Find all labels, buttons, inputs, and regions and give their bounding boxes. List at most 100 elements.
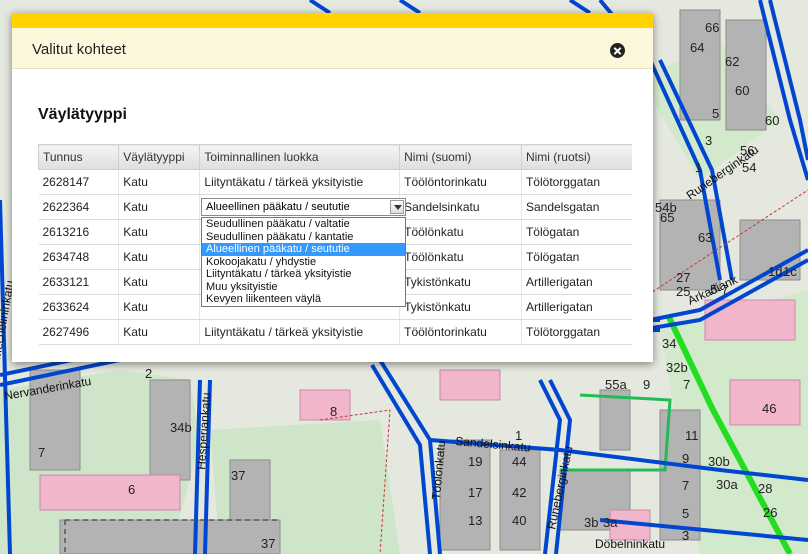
table-header-row: Tunnus Väylätyyppi Toiminnallinen luokka… [37, 144, 632, 170]
map-number: 46 [762, 401, 776, 416]
map-number: 13 [468, 513, 482, 528]
map-number: 55a [605, 377, 627, 392]
cell-name-sv: Sandelsgatan [521, 194, 632, 220]
map-number: 5-7 [710, 282, 729, 297]
cell-name-fi: Tykistönkatu [399, 294, 522, 320]
column-header-tunnus[interactable]: Tunnus [37, 144, 120, 170]
map-number: 2 [145, 366, 152, 381]
functional-class-select[interactable]: Alueellinen pääkatu / seututie [201, 198, 406, 216]
map-number: 1d [768, 264, 782, 279]
cell-type: Katu [118, 269, 201, 295]
dropdown-option[interactable]: Seudullinen pääkatu / valtatie [202, 218, 405, 231]
cell-name-sv: Tölögatan [521, 219, 632, 245]
cell-class[interactable]: Liityntäkatu / tärkeä yksityistie [199, 319, 401, 345]
cell-id: 2627496 [38, 319, 120, 345]
map-number: 3 [705, 133, 712, 148]
chevron-down-icon[interactable] [390, 200, 404, 214]
close-icon[interactable] [610, 43, 625, 58]
table-row[interactable]: 2627496 Katu Liityntäkatu / tärkeä yksit… [38, 319, 632, 345]
map-number: 25 [676, 284, 690, 299]
street-label: Döbelninkatu [595, 537, 665, 551]
cell-name-sv: Artillerigatan [521, 294, 632, 320]
map-number: 64 [690, 40, 704, 55]
map-number: 32b [666, 360, 688, 375]
map-number: 60 [735, 83, 749, 98]
cell-class[interactable]: Liityntäkatu / tärkeä yksityistie [199, 169, 401, 195]
dropdown-option[interactable]: Kokoojakatu / yhdystie [202, 256, 405, 269]
dropdown-option[interactable]: Seudullinen pääkatu / kantatie [202, 231, 405, 244]
map-number: 27 [676, 270, 690, 285]
cell-type: Katu [118, 194, 201, 220]
map-number: 7 [38, 445, 45, 460]
dropdown-option[interactable]: Liityntäkatu / tärkeä yksityistie [202, 268, 405, 281]
map-number: 63 [698, 230, 712, 245]
cell-name-sv: Tölötorggatan [521, 319, 632, 345]
cell-name-sv: Artillerigatan [521, 269, 632, 295]
cell-name-fi: Tykistönkatu [399, 269, 522, 295]
map-number: 1c [783, 264, 797, 279]
cell-id: 2622364 [38, 194, 120, 220]
dropdown-option[interactable]: Kevyen liikenteen väylä [202, 293, 405, 306]
map-number: 34b [170, 420, 192, 435]
dialog-accent-bar [12, 13, 653, 28]
map-number: 17 [468, 485, 482, 500]
cell-id: 2633624 [38, 294, 120, 320]
column-header-nimi-suomi[interactable]: Nimi (suomi) [399, 144, 522, 170]
map-number: 66 [705, 20, 719, 35]
map-number: 34 [662, 336, 676, 351]
map-number: 7 [682, 478, 689, 493]
map-number: 3a [603, 515, 618, 530]
map-number: 1 [515, 428, 522, 443]
cell-id: 2613216 [38, 219, 120, 245]
cell-name-fi: Töölönkatu [399, 219, 522, 245]
cell-name-fi: Töölöntorinkatu [399, 169, 522, 195]
map-number: 5 [712, 106, 719, 121]
map-number: 5 [682, 506, 689, 521]
map-number: 26 [763, 505, 777, 520]
section-title: Väylätyyppi [38, 106, 127, 123]
cell-id: 2634748 [38, 244, 120, 270]
cell-type: Katu [118, 319, 201, 345]
column-header-toiminnallinen-luokka[interactable]: Toiminnallinen luokka [199, 144, 401, 170]
cell-name-sv: Tölögatan [521, 244, 632, 270]
cell-id: 2633121 [38, 269, 120, 295]
map-number: 30b [708, 454, 730, 469]
map-number: 11 [685, 428, 699, 443]
map-number: 9 [643, 377, 650, 392]
dropdown-option-selected[interactable]: Alueellinen pääkatu / seututie [202, 243, 405, 256]
map-number: 3b [584, 515, 598, 530]
map-number: 1 [695, 160, 702, 175]
cell-type: Katu [118, 219, 201, 245]
map-number: 42 [512, 485, 526, 500]
dropdown-option[interactable]: Muu yksityistie [202, 281, 405, 294]
map-number: 3 [682, 528, 689, 543]
cell-type: Katu [118, 294, 201, 320]
table-row[interactable]: 2628147 Katu Liityntäkatu / tärkeä yksit… [38, 169, 632, 195]
column-header-vaylatyyppi[interactable]: Väylätyyppi [118, 144, 201, 170]
map-number: 28 [758, 481, 772, 496]
functional-class-dropdown[interactable]: Seudullinen pääkatu / valtatie Seudullin… [201, 217, 406, 307]
map-number: 9 [682, 451, 689, 466]
map-number: 19 [468, 454, 482, 469]
map-number: 30a [716, 477, 738, 492]
map-number: 60 [765, 113, 779, 128]
map-number: 37 [261, 536, 275, 551]
map-number: 62 [725, 54, 739, 69]
dialog-title: Valitut kohteet [32, 41, 126, 58]
map-number: 40 [512, 513, 526, 528]
cell-name-sv: Tölötorggatan [521, 169, 632, 195]
dialog-header: Valitut kohteet [12, 28, 653, 69]
cell-id: 2628147 [38, 169, 120, 195]
select-current-value: Alueellinen pääkatu / seututie [206, 201, 350, 213]
map-number: 37 [231, 468, 245, 483]
cell-name-fi: Töölöntorinkatu [399, 319, 522, 345]
selected-items-dialog: Valitut kohteet Väylätyyppi Tunnus Väylä… [12, 13, 653, 362]
map-number: 8 [330, 404, 337, 419]
cell-type: Katu [118, 169, 201, 195]
cell-name-fi: Töölönkatu [399, 244, 522, 270]
map-number: 7 [683, 377, 690, 392]
column-header-nimi-ruotsi[interactable]: Nimi (ruotsi) [520, 144, 632, 170]
cell-type: Katu [118, 244, 201, 270]
map-number: 6 [128, 482, 135, 497]
cell-name-fi: Sandelsinkatu [399, 194, 522, 220]
